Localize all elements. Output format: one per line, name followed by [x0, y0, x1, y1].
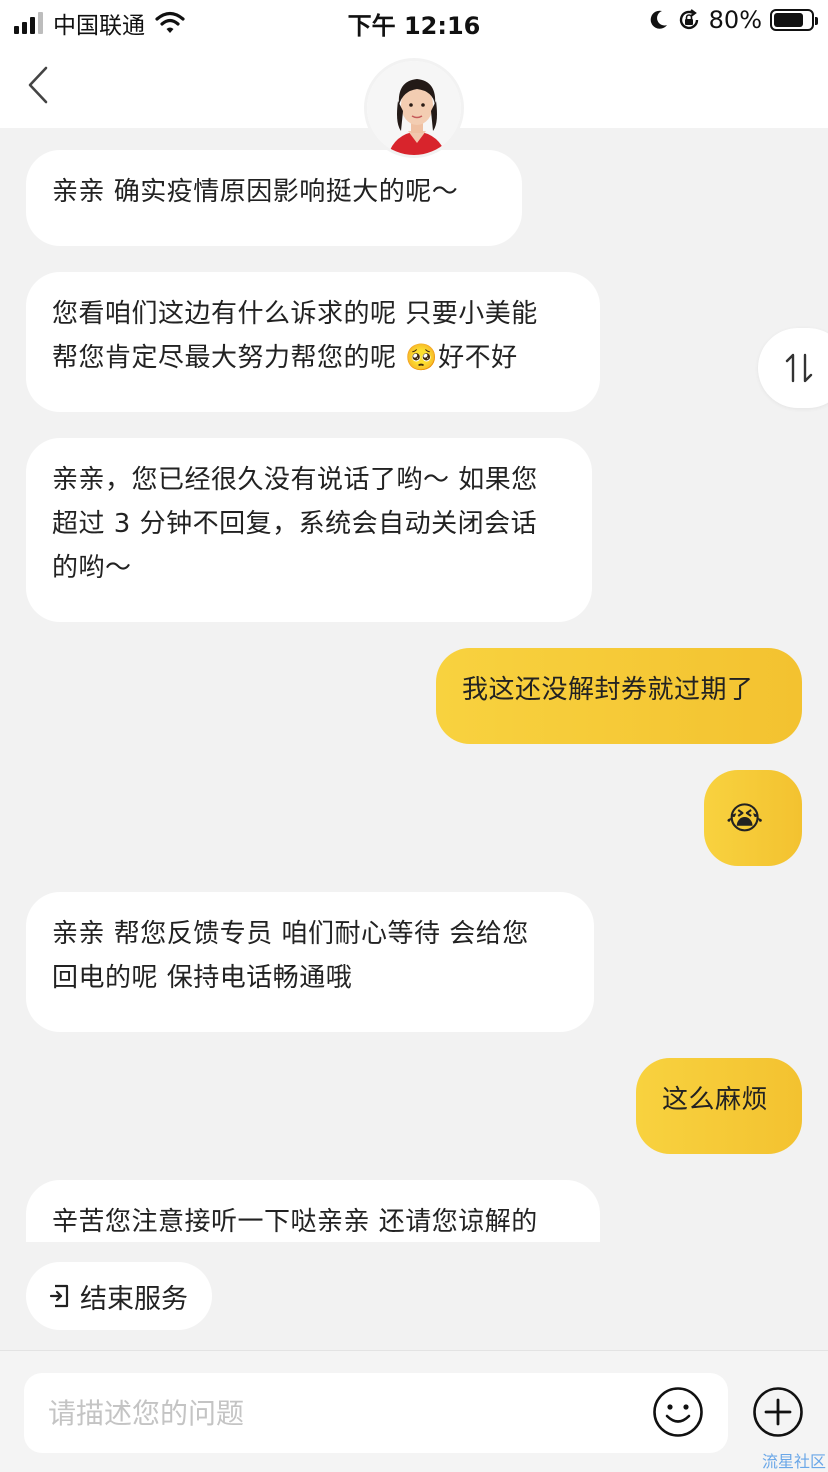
message-bubble-incoming: 亲亲 确实疫情原因影响挺大的呢～ — [26, 150, 522, 246]
emoji-button[interactable] — [652, 1386, 704, 1438]
status-right: 80% — [649, 6, 818, 34]
scroll-toggle-button[interactable] — [758, 328, 828, 408]
message-bubble-outgoing: 😭 — [704, 770, 802, 866]
plus-circle-icon — [753, 1387, 803, 1437]
chevron-left-icon — [28, 66, 48, 104]
end-service-label: 结束服务 — [80, 1283, 188, 1315]
chat-header — [0, 42, 828, 158]
exit-icon — [49, 1284, 69, 1308]
watermark: 流星社区 — [761, 1452, 826, 1471]
smiley-icon — [653, 1387, 703, 1437]
battery-percent: 80% — [708, 6, 762, 34]
message-bubble-incoming: 亲亲，您已经很久没有说话了哟～ 如果您 超过 3 分钟不回复，系统会自动关闭会话… — [26, 438, 592, 622]
status-bar: 中国联通 下午 12:16 80% — [0, 0, 828, 42]
message-bubble-incoming: 亲亲 帮您反馈专员 咱们耐心等待 会给您 回电的呢 保持电话畅通哦 — [26, 892, 594, 1032]
end-service-button[interactable]: 结束服务 — [26, 1262, 212, 1330]
message-input-container — [24, 1373, 728, 1453]
add-attachment-button[interactable] — [752, 1386, 804, 1438]
message-input[interactable] — [48, 1373, 648, 1453]
message-bubble-incoming: 辛苦您注意接听一下哒亲亲 还请您谅解的 — [26, 1180, 600, 1242]
rotation-lock-icon — [679, 9, 698, 30]
message-bubble-outgoing: 我这还没解封券就过期了 — [436, 648, 802, 744]
battery-icon — [770, 9, 818, 31]
swap-vertical-icon — [785, 353, 813, 383]
message-bubble-incoming: 您看咱们这边有什么诉求的呢 只要小美能 帮您肯定尽最大努力帮您的呢 🥺好不好 — [26, 272, 600, 412]
back-button[interactable] — [22, 62, 62, 108]
message-bubble-outgoing: 这么麻烦 — [636, 1058, 802, 1154]
agent-avatar[interactable] — [364, 58, 464, 158]
moon-icon — [650, 10, 667, 29]
chat-message-list[interactable]: 亲亲 确实疫情原因影响挺大的呢～ 您看咱们这边有什么诉求的呢 只要小美能 帮您肯… — [0, 128, 828, 1242]
